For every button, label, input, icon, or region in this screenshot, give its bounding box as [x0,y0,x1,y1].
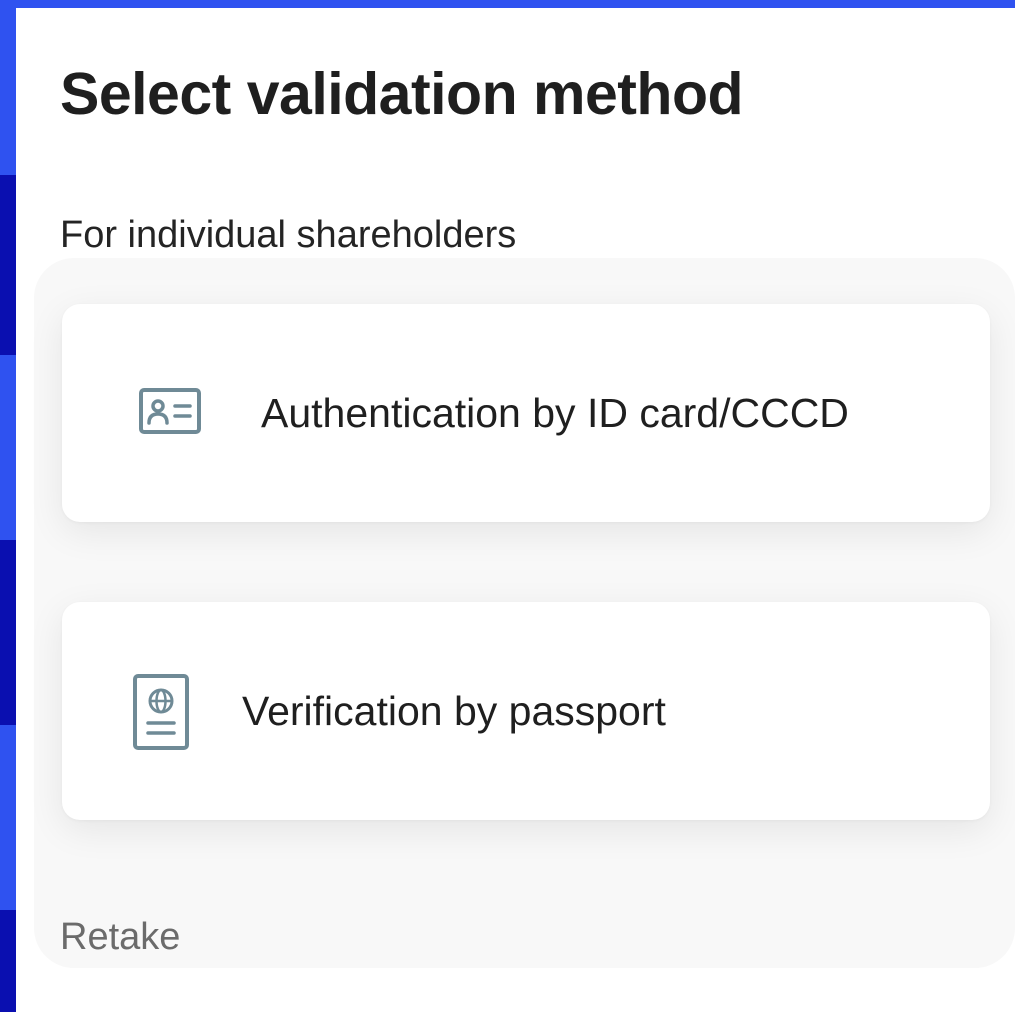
frame-edge-stripe [0,910,16,1012]
section-label: For individual shareholders [60,214,517,256]
passport-option-label: Verification by passport [242,688,666,734]
id-card-icon [139,388,201,434]
passport-icon [133,674,189,750]
screenshot-frame: Select validation method For individual … [0,0,1015,1012]
id-card-option-button[interactable]: Authentication by ID card/CCCD [62,304,990,522]
frame-edge-stripe [0,540,16,725]
retake-link[interactable]: Retake [60,916,180,959]
validation-sheet: Select validation method For individual … [16,8,1015,1012]
id-card-option-label: Authentication by ID card/CCCD [261,390,849,436]
page-title: Select validation method [60,61,744,127]
frame-edge-stripe [0,175,16,355]
passport-option-button[interactable]: Verification by passport [62,602,990,820]
